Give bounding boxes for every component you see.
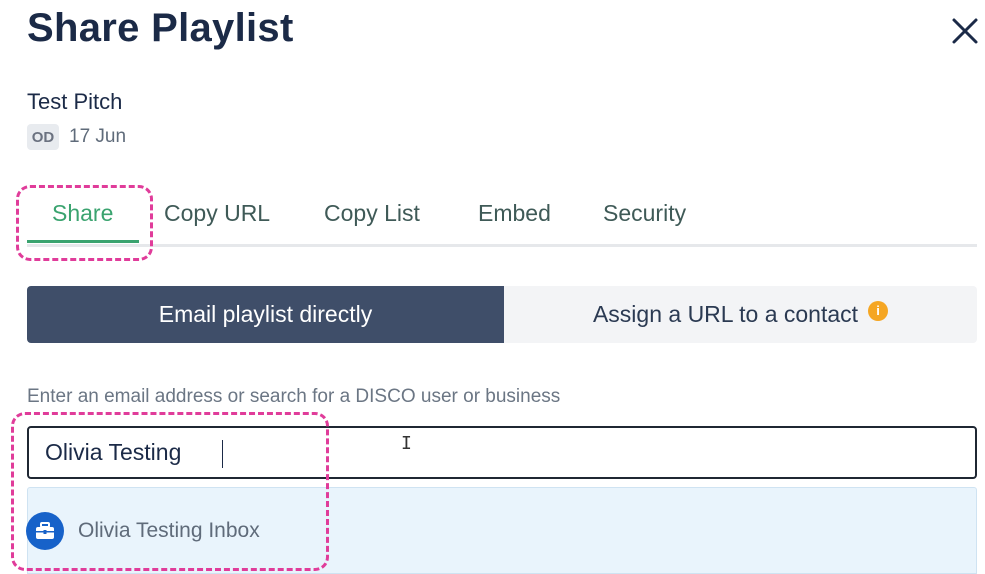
share-mode-toggle: Email playlist directly Assign a URL to … [27,286,977,343]
info-icon[interactable]: i [868,300,889,321]
recipient-field-label: Enter an email address or search for a D… [27,386,561,407]
share-tabs: Share Copy URL Copy List Embed Security [27,186,977,247]
tab-copy-list[interactable]: Copy List [324,200,420,227]
assign-url-button[interactable]: Assign a URL to a contact i [504,286,977,343]
playlist-date: 17 Jun [69,126,127,147]
text-caret [222,440,223,468]
tab-security[interactable]: Security [603,200,686,227]
suggestion-label: Olivia Testing Inbox [78,519,260,542]
tab-share[interactable]: Share [52,200,113,227]
owner-avatar: OD [27,124,59,150]
playlist-name: Test Pitch [27,89,123,114]
playlist-meta: OD 17 Jun [27,124,126,150]
email-playlist-button[interactable]: Email playlist directly [27,286,504,343]
tab-embed[interactable]: Embed [478,200,551,227]
briefcase-icon [26,512,64,550]
assign-url-label: Assign a URL to a contact [592,301,859,327]
close-button[interactable] [946,12,984,50]
share-playlist-dialog: Share Playlist Test Pitch OD 17 Jun Shar… [0,0,985,574]
recipient-search-input[interactable] [29,428,975,477]
ibeam-cursor-icon: I [401,433,412,454]
suggestion-dropdown: Olivia Testing Inbox [26,487,977,574]
active-tab-indicator [27,240,139,243]
suggestion-item[interactable]: Olivia Testing Inbox [26,512,260,550]
tab-copy-url[interactable]: Copy URL [164,200,270,227]
dialog-title: Share Playlist [27,6,294,50]
close-icon[interactable] [946,12,984,50]
recipient-input-wrapper [27,426,977,479]
